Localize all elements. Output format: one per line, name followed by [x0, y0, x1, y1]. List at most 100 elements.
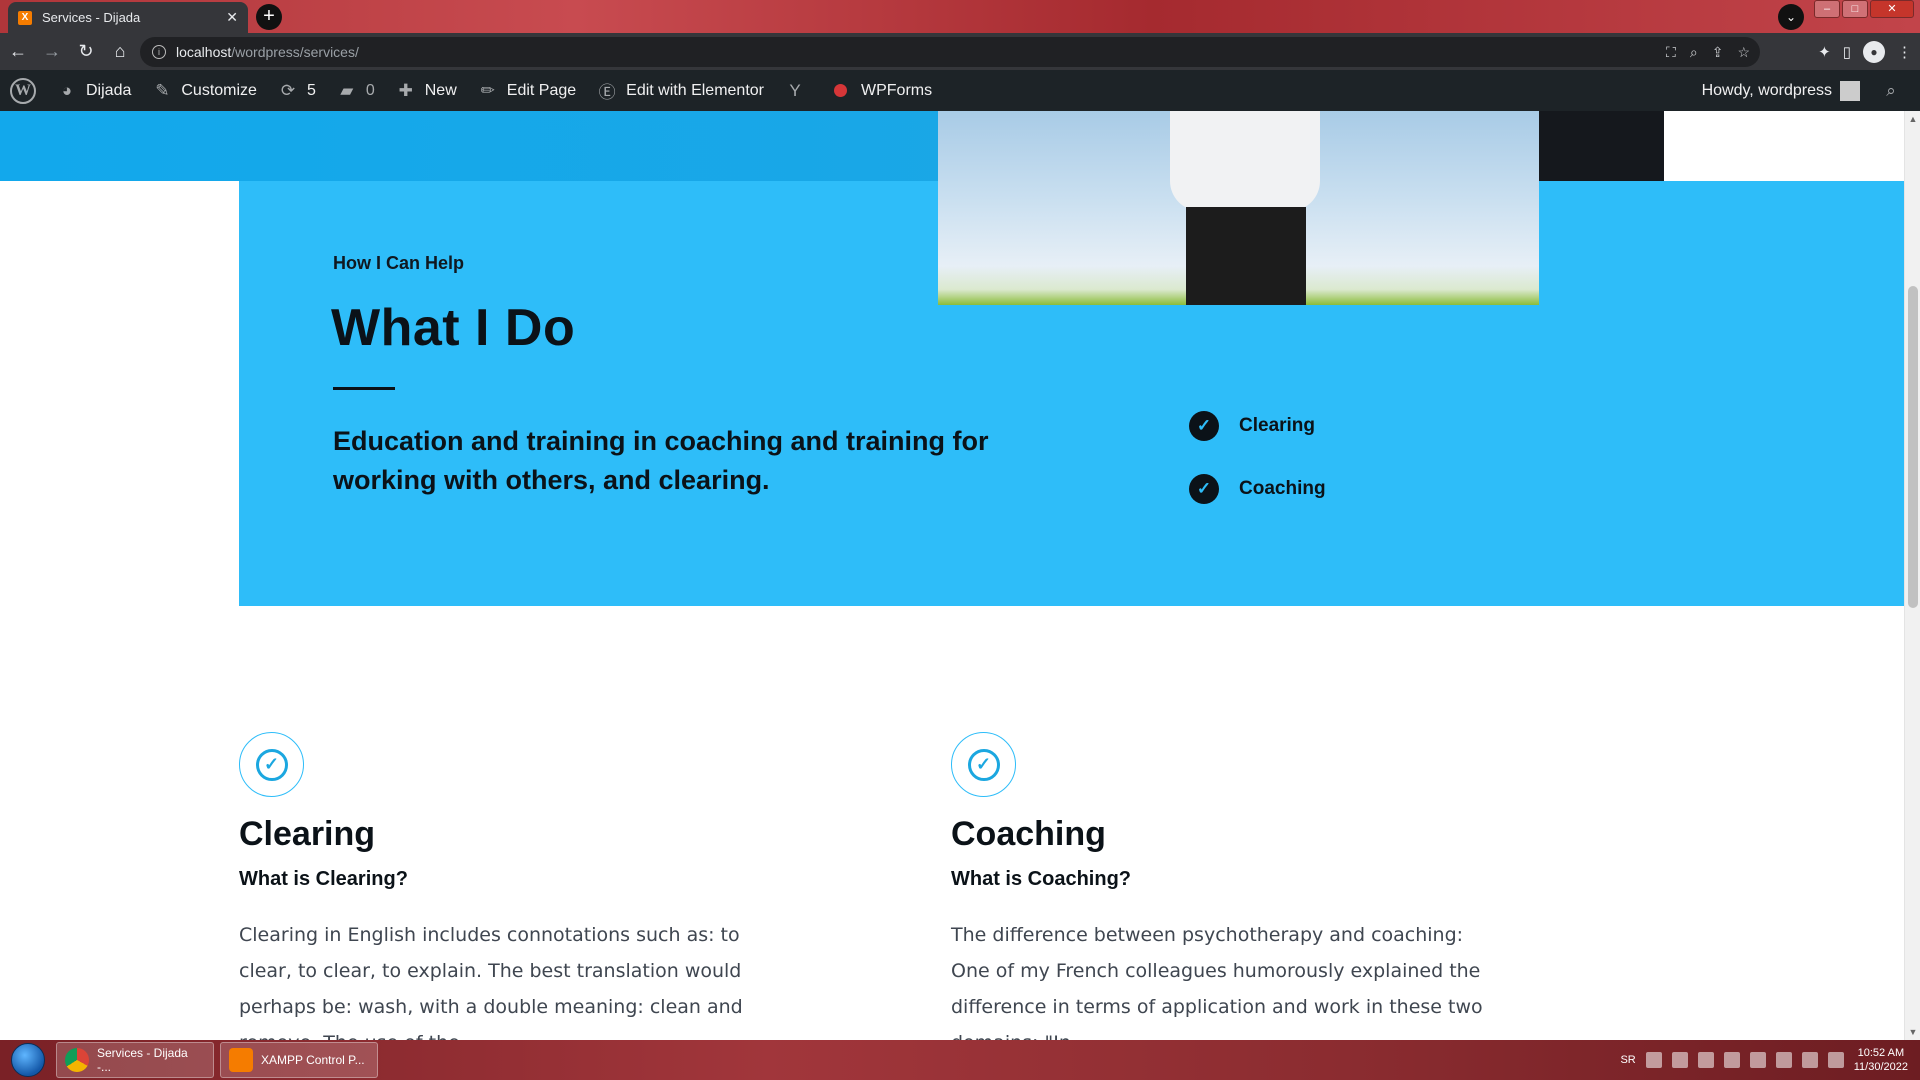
edit-page-link[interactable]: ✏ Edit Page	[467, 70, 586, 111]
pencil-icon: ✏	[480, 80, 495, 100]
reload-button[interactable]: ↻	[70, 36, 102, 68]
service-body: The difference between psychotherapy and…	[951, 924, 1483, 1040]
maximize-button[interactable]: □	[1842, 0, 1868, 18]
updates-count: 5	[306, 81, 316, 99]
network-tray-icon[interactable]	[1697, 1052, 1714, 1068]
tab-title: Services - Dijada	[42, 10, 141, 25]
language-indicator[interactable]: SR	[1620, 1054, 1635, 1066]
flag-tray-icon[interactable]	[1775, 1052, 1792, 1068]
service-title: Coaching	[951, 815, 1106, 853]
system-tray: SR 10:52 AM 11/30/2022	[1620, 1046, 1920, 1074]
wp-logo-menu[interactable]: W	[0, 70, 46, 111]
close-tab-icon[interactable]: ✕	[226, 9, 238, 26]
user-avatar	[1840, 80, 1860, 101]
check-circle-icon: ✓	[239, 732, 304, 797]
customize-link[interactable]: ✎ Customize	[141, 70, 267, 111]
brush-icon: ✎	[155, 80, 170, 100]
check-circle-icon: ✓	[951, 732, 1016, 797]
edit-elementor-link[interactable]: Ⓔ Edit with Elementor	[586, 70, 774, 111]
updates-link[interactable]: ⟳ 5	[267, 70, 326, 111]
display-tray-icon[interactable]	[1801, 1052, 1818, 1068]
service-subtitle: What is Coaching?	[951, 868, 1131, 890]
bluetooth-tray-icon[interactable]	[1749, 1052, 1766, 1068]
taskbar-chrome[interactable]: Services - Dijada -...	[56, 1042, 214, 1078]
wp-admin-bar: W ◕ Dijada ✎ Customize ⟳ 5 ▰ 0 ✚ New ✏ E…	[0, 70, 1920, 111]
edit-page-label: Edit Page	[506, 81, 577, 99]
minimize-button[interactable]: –	[1814, 0, 1840, 18]
chrome-icon	[65, 1048, 89, 1072]
xampp-favicon-icon: X	[18, 10, 32, 25]
forward-button[interactable]: →	[36, 36, 68, 68]
scroll-up-icon[interactable]: ▲	[1905, 111, 1920, 127]
menu-kebab-icon[interactable]: ⋮	[1897, 43, 1912, 61]
service-card-clearing: ✓ Clearing What is Clearing? Clearing in…	[239, 732, 799, 1040]
zoom-icon[interactable]: ⌕	[1690, 44, 1698, 61]
download-tray-icon[interactable]	[1671, 1052, 1688, 1068]
taskbar-xampp[interactable]: XAMPP Control P...	[220, 1042, 378, 1078]
new-label: New	[424, 81, 457, 99]
browser-tab[interactable]: X Services - Dijada ✕	[8, 2, 248, 33]
tab-search-button[interactable]: ⌄	[1778, 4, 1804, 30]
comments-link[interactable]: ▰ 0	[326, 70, 385, 111]
comments-count: 0	[365, 81, 375, 99]
share-icon[interactable]: ⇪	[1712, 44, 1724, 61]
windows-start-icon	[11, 1043, 45, 1077]
yoast-seo-menu[interactable]: Y	[774, 70, 824, 111]
service-checklist: ✓ Clearing ✓ Coaching	[1189, 411, 1326, 537]
volume-tray-icon[interactable]	[1827, 1052, 1844, 1068]
side-panel-icon[interactable]: ▯	[1843, 43, 1851, 61]
close-window-button[interactable]: ✕	[1870, 0, 1914, 18]
checklist-label: Clearing	[1239, 415, 1316, 436]
profile-avatar-icon[interactable]: ●	[1863, 41, 1885, 63]
admin-bar-right: Howdy, wordpress ⌕	[1692, 70, 1920, 111]
wpforms-menu[interactable]: WPForms	[824, 70, 942, 111]
start-button[interactable]	[6, 1040, 50, 1080]
comment-bubble-icon: ▰	[340, 80, 354, 100]
updates-icon: ⟳	[280, 80, 296, 100]
xampp-icon	[229, 1048, 253, 1072]
scroll-down-icon[interactable]: ▼	[1905, 1024, 1920, 1040]
browser-tab-strip: X Services - Dijada ✕ + ⌄ – □ ✕	[0, 0, 1920, 33]
new-tab-button[interactable]: +	[256, 4, 282, 30]
back-button[interactable]: ←	[2, 36, 34, 68]
dark-accent-block	[1538, 111, 1664, 181]
site-name: Dijada	[86, 81, 132, 99]
toolbar-right: ✦ ▯ ● ⋮	[1818, 36, 1912, 68]
system-clock[interactable]: 10:52 AM 11/30/2022	[1854, 1046, 1908, 1074]
checklist-item-clearing: ✓ Clearing	[1189, 411, 1326, 441]
service-card-coaching: ✓ Coaching What is Coaching? The differe…	[951, 732, 1511, 1040]
taskbar-xampp-label: XAMPP Control P...	[261, 1053, 365, 1067]
elementor-icon: Ⓔ	[598, 83, 616, 102]
checkmark-icon: ✓	[1189, 474, 1219, 504]
usb-tray-icon[interactable]	[1723, 1052, 1740, 1068]
checklist-item-coaching: ✓ Coaching	[1189, 474, 1326, 504]
search-icon: ⌕	[1886, 80, 1896, 100]
checkmark-icon: ✓	[1189, 411, 1219, 441]
site-info-icon[interactable]: i	[152, 45, 166, 59]
xampp-tray-icon[interactable]	[1645, 1052, 1662, 1068]
my-account-menu[interactable]: Howdy, wordpress	[1692, 70, 1870, 111]
photo-person-shirt	[1170, 111, 1320, 211]
address-bar[interactable]: i localhost/wordpress/services/ ⛶ ⌕ ⇪ ☆	[140, 37, 1760, 67]
new-content-menu[interactable]: ✚ New	[385, 70, 467, 111]
clock-date: 11/30/2022	[1853, 1061, 1908, 1073]
clock-time: 10:52 AM	[1857, 1047, 1905, 1059]
admin-search[interactable]: ⌕	[1870, 70, 1920, 111]
service-body: Clearing in English includes connotation…	[239, 924, 743, 1040]
plus-icon: ✚	[398, 80, 413, 100]
hero-photo	[938, 111, 1539, 305]
page-scrollbar[interactable]: ▲ ▼	[1904, 111, 1920, 1040]
omnibox-actions: ⛶ ⌕ ⇪ ☆	[1666, 37, 1750, 67]
translate-icon[interactable]: ⛶	[1666, 44, 1676, 61]
home-button[interactable]: ⌂	[104, 36, 136, 68]
section-title: What I Do	[331, 299, 576, 357]
extensions-icon[interactable]: ✦	[1818, 43, 1831, 61]
section-lead: Education and training in coaching and t…	[333, 426, 989, 495]
site-name-menu[interactable]: ◕ Dijada	[46, 70, 141, 111]
yoast-icon: Y	[789, 80, 801, 100]
bookmark-star-icon[interactable]: ☆	[1737, 44, 1750, 61]
wpforms-label: WPForms	[861, 81, 933, 99]
scrollbar-thumb[interactable]	[1908, 286, 1918, 608]
url-host: localhost	[176, 44, 232, 60]
taskbar-chrome-label: Services - Dijada -...	[97, 1046, 188, 1074]
